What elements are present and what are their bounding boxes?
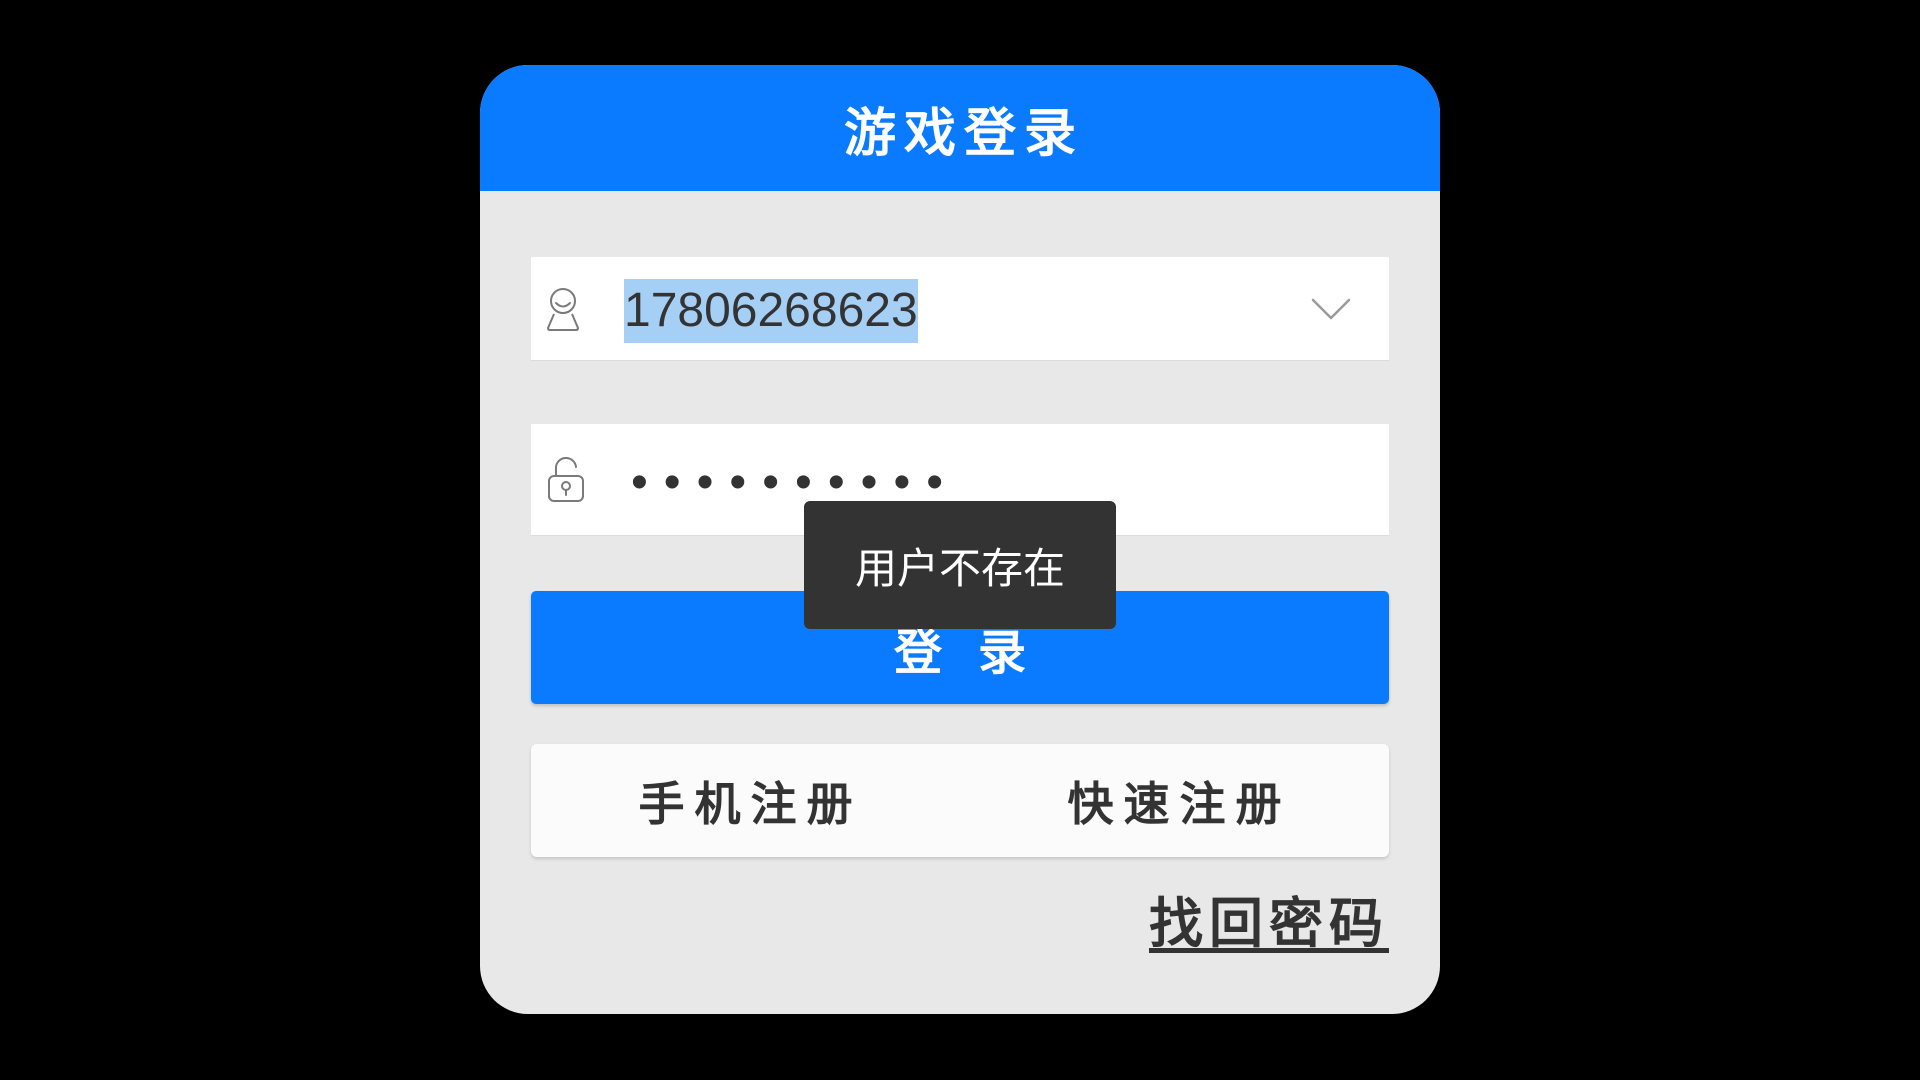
dialog-header: 游戏登录 <box>480 65 1440 191</box>
phone-register-label: 手机注册 <box>638 776 863 831</box>
lock-icon <box>545 456 587 504</box>
recover-password-link[interactable]: 找回密码 <box>1149 891 1389 955</box>
chevron-down-icon[interactable] <box>1309 295 1353 323</box>
toast-message: 用户不存在 <box>854 543 1065 593</box>
register-row: 手机注册 快速注册 <box>531 744 1389 857</box>
error-toast: 用户不存在 <box>804 501 1116 629</box>
user-icon <box>543 285 583 333</box>
username-value: 17806268623 <box>624 279 918 343</box>
username-input[interactable]: 17806268623 <box>531 257 1389 361</box>
quick-register-label: 快速注册 <box>1067 776 1292 831</box>
login-dialog: 游戏登录 17806268623 •••••••••• 登录 手机注册 快速注册… <box>480 65 1440 1014</box>
phone-register-button[interactable]: 手机注册 <box>531 744 960 857</box>
dialog-title: 游戏登录 <box>843 102 1084 164</box>
quick-register-button[interactable]: 快速注册 <box>960 744 1389 857</box>
